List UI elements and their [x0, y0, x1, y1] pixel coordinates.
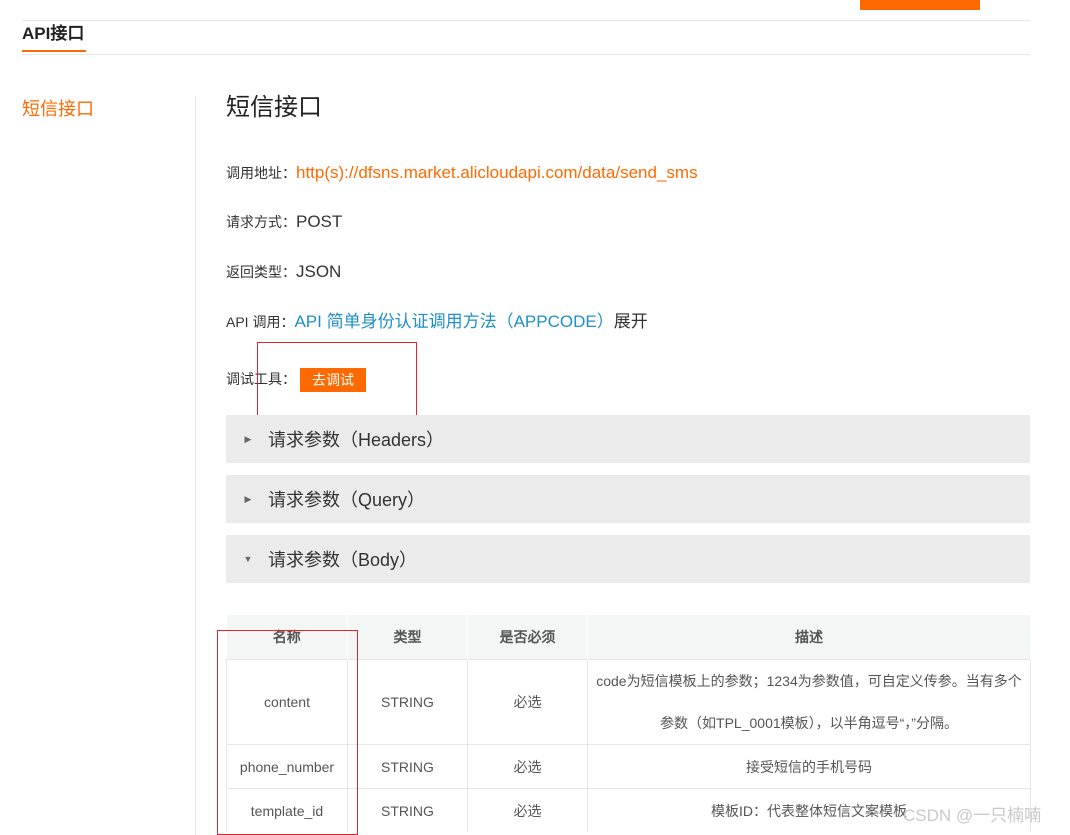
param-type: STRING	[347, 744, 468, 789]
method-label: 请求方式：	[226, 214, 296, 230]
param-description: code为短信模板上的参数；1234为参数值，可自定义传参。当有多个参数（如TP…	[587, 659, 1031, 745]
method-row: 请求方式：POST	[226, 211, 342, 234]
top-accent-bar	[860, 0, 980, 10]
param-name: template_id	[226, 788, 348, 832]
api-call-label: API 调用：	[226, 314, 295, 330]
param-required: 必选	[467, 659, 588, 745]
url-label: 调用地址：	[226, 165, 296, 181]
expand-link[interactable]: 展开	[614, 312, 648, 331]
col-header-required: 是否必须	[467, 615, 588, 660]
api-auth-link[interactable]: API 简单身份认证调用方法（APPCODE）	[294, 312, 613, 331]
section-headers-title: 请求参数（Headers）	[268, 430, 445, 450]
param-name: phone_number	[226, 744, 348, 789]
caret-right-icon: ▶	[244, 433, 252, 444]
param-type: STRING	[347, 788, 468, 832]
api-call-row: API 调用：API 简单身份认证调用方法（APPCODE）展开	[226, 311, 648, 334]
return-type-value: JSON	[296, 262, 342, 281]
tab-api[interactable]: API接口	[22, 22, 84, 46]
debug-label: 调试工具：	[226, 371, 296, 388]
tab-divider	[22, 54, 1030, 55]
section-body[interactable]: ▼ 请求参数（Body）	[226, 535, 1030, 583]
col-header-description: 描述	[587, 615, 1031, 660]
param-type: STRING	[347, 659, 468, 745]
table-row: phone_number STRING 必选 接受短信的手机号码	[226, 744, 1031, 789]
watermark: CSDN @一只楠喃	[903, 806, 1042, 825]
table-header-row: 名称 类型 是否必须 描述	[226, 615, 1031, 660]
col-header-name: 名称	[226, 615, 348, 660]
return-type-row: 返回类型：JSON	[226, 261, 341, 284]
caret-right-icon: ▶	[244, 493, 252, 504]
section-headers[interactable]: ▶ 请求参数（Headers）	[226, 415, 1030, 463]
caret-down-icon: ▼	[243, 554, 253, 564]
param-description: 接受短信的手机号码	[587, 744, 1031, 789]
url-row: 调用地址：http(s)://dfsns.market.alicloudapi.…	[226, 162, 698, 185]
param-required: 必选	[467, 744, 588, 789]
param-name: content	[226, 659, 348, 745]
top-divider	[22, 20, 1030, 21]
url-value: http(s)://dfsns.market.alicloudapi.com/d…	[296, 163, 698, 182]
section-body-title: 请求参数（Body）	[268, 550, 418, 570]
table-row: content STRING 必选 code为短信模板上的参数；1234为参数值…	[226, 659, 1031, 745]
return-type-label: 返回类型：	[226, 264, 296, 280]
col-header-type: 类型	[347, 615, 468, 660]
page-title: 短信接口	[226, 94, 322, 121]
debug-row: 调试工具： 去调试	[226, 368, 366, 392]
tab-active-indicator	[22, 50, 86, 52]
body-params-table: 名称 类型 是否必须 描述 content STRING 必选 code为短信模…	[226, 615, 1031, 832]
debug-button[interactable]: 去调试	[300, 368, 366, 392]
sidebar-divider	[195, 96, 196, 835]
section-query[interactable]: ▶ 请求参数（Query）	[226, 475, 1030, 523]
section-query-title: 请求参数（Query）	[268, 490, 426, 510]
param-required: 必选	[467, 788, 588, 832]
sidebar-item-sms-api[interactable]: 短信接口	[22, 96, 94, 122]
method-value: POST	[296, 212, 343, 231]
